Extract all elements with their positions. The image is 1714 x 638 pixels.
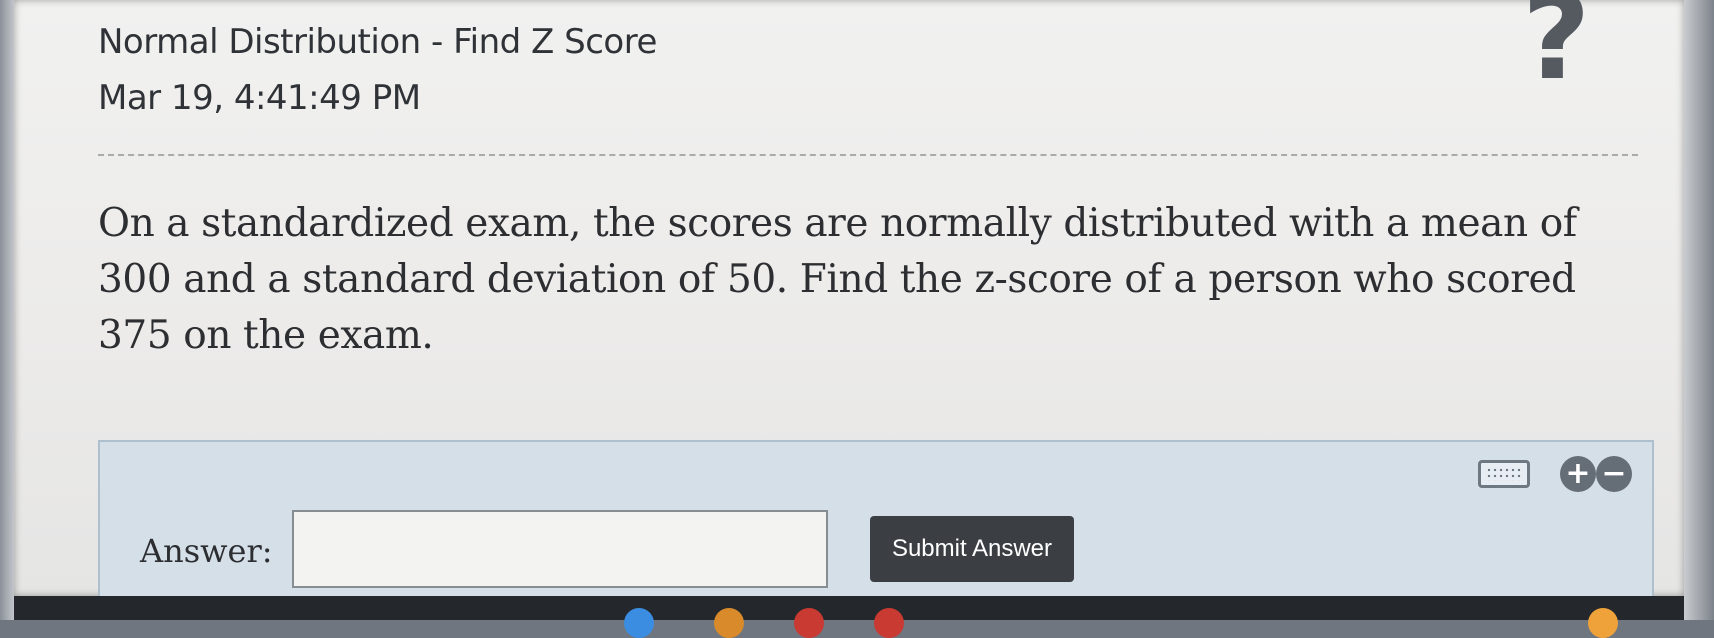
taskbar-app-icon[interactable] — [714, 608, 744, 638]
answer-panel: + − Answer: Submit Answer — [98, 440, 1654, 620]
taskbar-app-icon[interactable] — [794, 608, 824, 638]
taskbar — [14, 596, 1684, 638]
help-icon[interactable]: ? — [1522, 0, 1590, 96]
question-page: Normal Distribution - Find Z Score Mar 1… — [14, 0, 1684, 620]
assignment-title: Normal Distribution - Find Z Score — [98, 22, 657, 62]
taskbar-app-icon[interactable] — [624, 608, 654, 638]
taskbar-app-icon[interactable] — [874, 608, 904, 638]
answer-input[interactable] — [292, 510, 828, 588]
submit-answer-button[interactable]: Submit Answer — [870, 516, 1074, 582]
minus-circle-icon[interactable]: − — [1596, 456, 1632, 492]
screen-bezel-left — [0, 0, 14, 620]
weather-icon[interactable] — [1588, 608, 1618, 638]
plus-circle-icon[interactable]: + — [1560, 456, 1596, 492]
keyboard-keys — [1486, 467, 1522, 481]
section-divider — [98, 154, 1638, 156]
question-text: On a standardized exam, the scores are n… — [98, 201, 1577, 358]
timestamp: Mar 19, 4:41:49 PM — [98, 78, 421, 118]
keyboard-icon[interactable] — [1478, 460, 1530, 488]
answer-label: Answer: — [140, 532, 273, 570]
screen-bezel-right — [1684, 0, 1714, 620]
